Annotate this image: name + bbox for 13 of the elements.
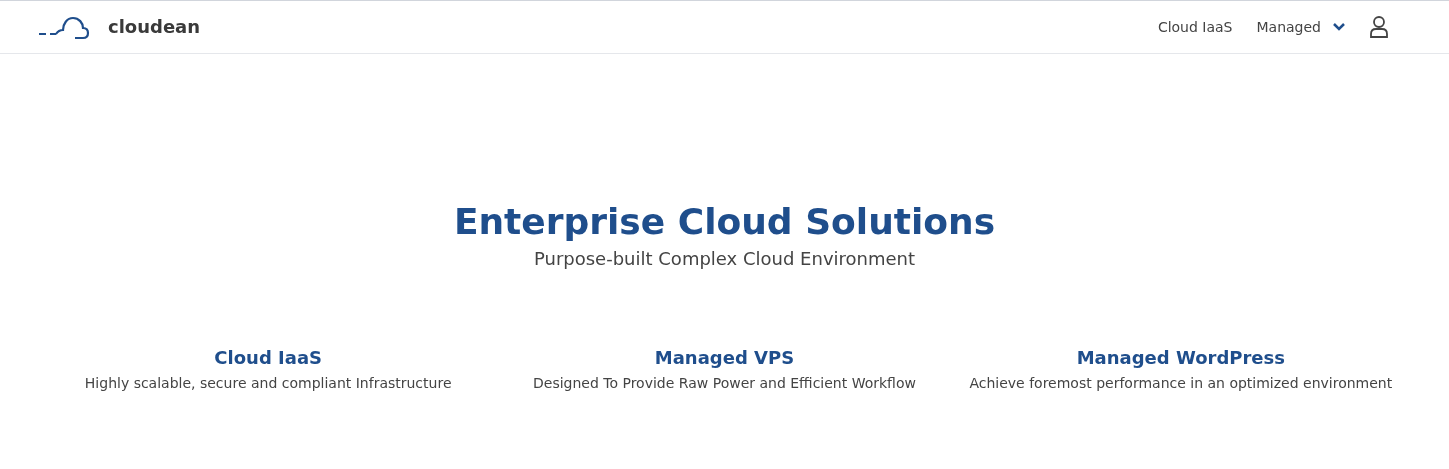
feature-description: Highly scalable, secure and compliant Infrastructure bbox=[84, 374, 452, 393]
hero-title: Enterprise Cloud Solutions bbox=[453, 200, 996, 244]
brand-name: cloudean bbox=[108, 18, 201, 39]
feature-title: Managed VPS bbox=[654, 346, 795, 370]
nav-dropdown[interactable]: Managed bbox=[1256, 16, 1345, 38]
user-icon[interactable] bbox=[1369, 16, 1389, 38]
feature-title: Managed WordPress bbox=[1076, 346, 1285, 370]
feature-description: Achieve foremost performance in an optimized environment bbox=[969, 374, 1393, 393]
hero-subtitle: Purpose-built Complex Cloud Environment bbox=[533, 247, 916, 271]
nav-link[interactable]: Cloud IaaS bbox=[1157, 16, 1233, 38]
feature-title: Cloud IaaS bbox=[214, 346, 322, 370]
feature-description: Designed To Provide Raw Power and Efficient Workflow bbox=[533, 374, 916, 393]
chevron-down-icon bbox=[1333, 23, 1345, 31]
